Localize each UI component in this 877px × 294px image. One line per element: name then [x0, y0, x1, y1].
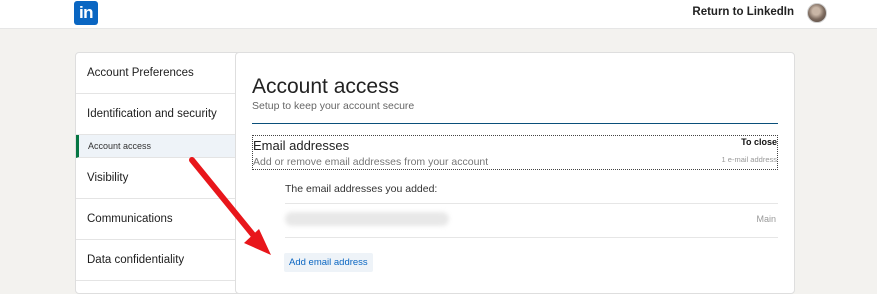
email-addresses-header[interactable]: Email addresses Add or remove email addr…	[252, 135, 778, 170]
email-section-description: Add or remove email addresses from your …	[253, 156, 489, 168]
linkedin-logo[interactable]: in	[74, 1, 98, 25]
close-section-link[interactable]: To close	[741, 137, 777, 147]
add-email-address-button[interactable]: Add email address	[284, 253, 373, 272]
sidebar-item-identification-security[interactable]: Identification and security	[76, 94, 247, 135]
sidebar-item-communications[interactable]: Communications	[76, 199, 247, 240]
primary-email-tag: Main	[756, 214, 776, 224]
email-section-heading: Email addresses	[253, 138, 350, 153]
blurred-email-address	[285, 212, 449, 226]
sidebar-item-account-preferences[interactable]: Account Preferences	[76, 53, 247, 94]
main-panel: Account access Setup to keep your accoun…	[235, 52, 795, 294]
page-title: Account access	[252, 75, 400, 98]
page-subtitle: Setup to keep your account secure	[252, 100, 415, 112]
sidebar-item-visibility[interactable]: Visibility	[76, 158, 247, 199]
section-divider	[252, 123, 778, 124]
settings-sidebar: Account Preferences Identification and s…	[75, 52, 248, 294]
top-bar: in Return to LinkedIn	[0, 0, 877, 29]
row-divider	[285, 237, 778, 238]
avatar[interactable]	[807, 3, 827, 23]
return-to-linkedin-link[interactable]: Return to LinkedIn	[692, 6, 794, 18]
row-divider	[285, 203, 778, 204]
email-count: 1 e-mail address	[721, 155, 777, 164]
added-emails-label: The email addresses you added:	[285, 183, 438, 195]
sidebar-item-data-confidentiality[interactable]: Data confidentiality	[76, 240, 247, 281]
sidebar-subitem-account-access[interactable]: Account access	[76, 135, 247, 158]
